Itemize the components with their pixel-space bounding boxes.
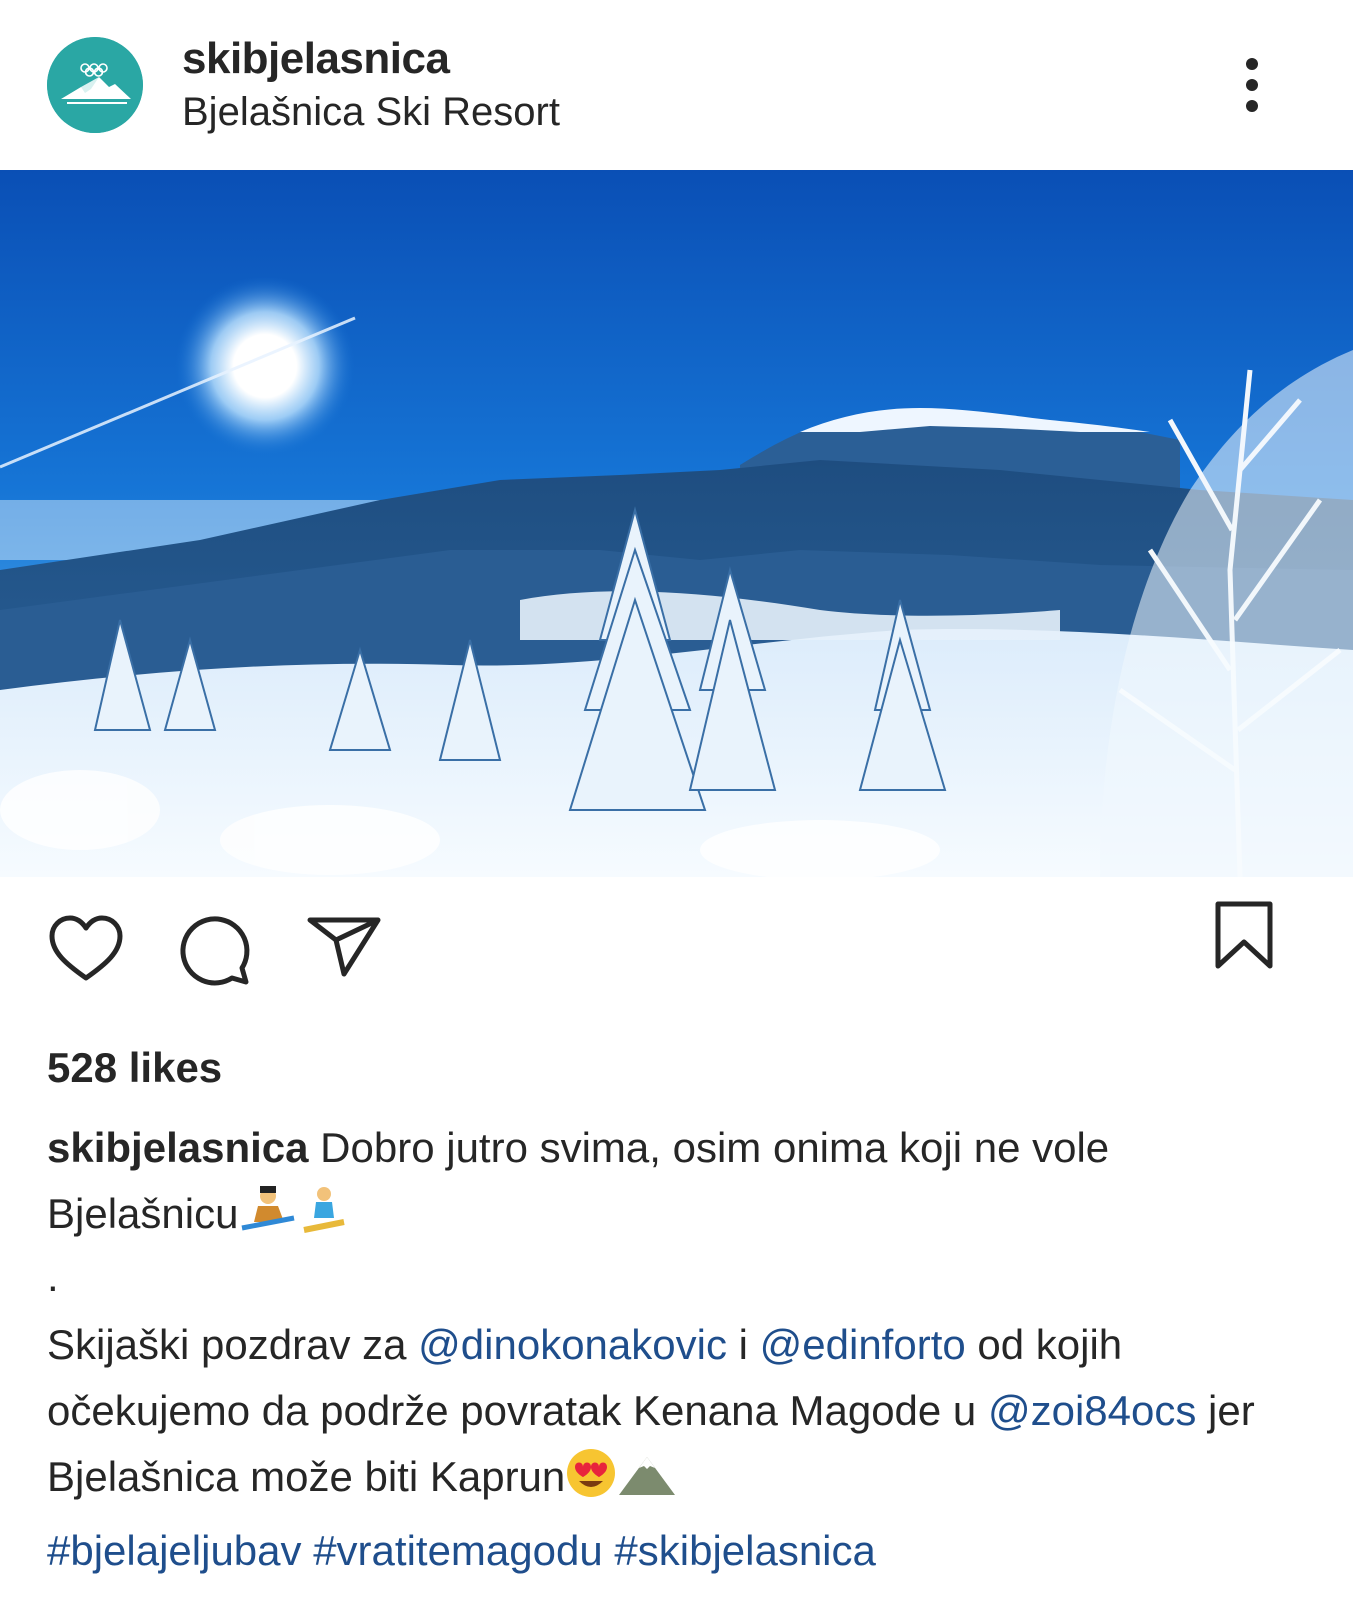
caption-text-line1: Dobro jutro svima, osim onima koji ne vo…: [320, 1124, 1110, 1171]
bookmark-icon[interactable]: [1206, 898, 1286, 978]
caption-text-line2: Bjelašnicu: [47, 1190, 239, 1237]
likes-count[interactable]: 528 likes: [47, 1044, 222, 1092]
caption-paragraph: Skijaški pozdrav za @dinokonakovic i @ed…: [47, 1312, 1327, 1584]
skier-emoji: [238, 1184, 298, 1255]
hashtag-bjelajeljubav[interactable]: #bjelajeljubav: [47, 1527, 302, 1574]
caption-p2-b: i: [726, 1321, 760, 1368]
mention-dinokonakovic[interactable]: @dinokonakovic: [418, 1321, 727, 1368]
post-caption: skibjelasnica Dobro jutro svima, osim on…: [47, 1115, 1317, 1255]
more-options-icon[interactable]: [1238, 56, 1266, 114]
post-username[interactable]: skibjelasnica: [182, 34, 450, 84]
avatar[interactable]: [47, 37, 143, 133]
mention-zoi84ocs[interactable]: @zoi84ocs: [988, 1387, 1196, 1434]
hashtag-vratitemagodu[interactable]: #vratitemagodu: [313, 1527, 603, 1574]
post-header: skibjelasnica Bjelašnica Ski Resort: [0, 0, 1353, 168]
caption-dot: .: [47, 1253, 59, 1300]
snowboarder-emoji: [298, 1184, 350, 1255]
comment-icon[interactable]: [176, 912, 256, 992]
mention-edinforto[interactable]: @edinforto: [760, 1321, 966, 1368]
winter-landscape-image: [0, 170, 1353, 877]
post-location[interactable]: Bjelašnica Ski Resort: [182, 90, 560, 135]
hashtag-skibjelasnica[interactable]: #skibjelasnica: [614, 1527, 875, 1574]
resort-logo-icon: [47, 37, 143, 133]
mountain-emoji: [617, 1452, 677, 1518]
heart-icon[interactable]: [46, 912, 126, 992]
heart-eyes-emoji: [565, 1447, 617, 1518]
caption-username[interactable]: skibjelasnica: [47, 1124, 309, 1171]
post-action-bar: [0, 901, 1353, 992]
post-photo[interactable]: [0, 170, 1353, 877]
send-icon[interactable]: [306, 912, 386, 992]
caption-p2-a: Skijaški pozdrav za: [47, 1321, 419, 1368]
